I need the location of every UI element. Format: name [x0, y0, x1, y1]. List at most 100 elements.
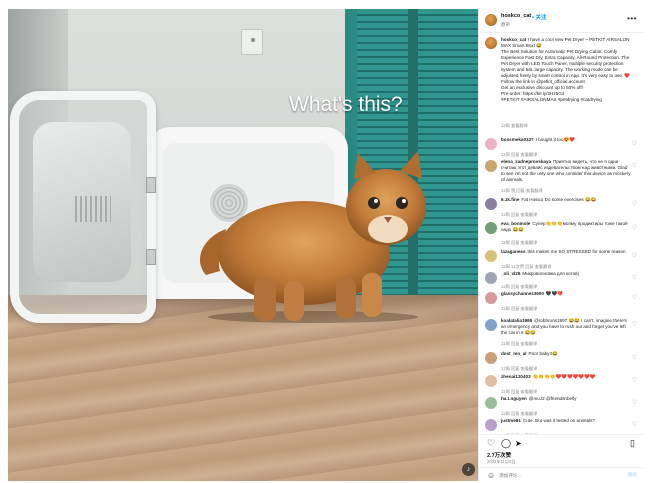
comment-item: eva_bonmole Супер👏👏👏мопму продиктиры тоже…	[485, 221, 641, 247]
comment-item: justme81 Cute. But was it tested on anima…	[485, 418, 641, 434]
heart-icon[interactable]: ♡	[632, 354, 637, 361]
heart-icon[interactable]: ♡	[632, 421, 637, 428]
comment-meta[interactable]: 12周 回复 查看翻译	[501, 341, 537, 347]
heart-icon[interactable]: ♡	[632, 200, 637, 207]
comment-username[interactable]: _oli_xl29	[501, 271, 520, 276]
emoji-icon[interactable]: ☺	[487, 471, 495, 480]
comment-text: this makes me SO STRESSED for some reaso…	[527, 249, 626, 254]
avatar[interactable]	[485, 14, 497, 26]
comment-username[interactable]: 6.1k.fine	[501, 197, 519, 202]
comment-username[interactable]: zhenai120403	[501, 374, 531, 379]
post-date: 2022年11月3日	[487, 459, 516, 464]
avatar[interactable]	[485, 419, 497, 431]
avatar[interactable]	[485, 397, 497, 409]
comment-body: elena_zadneprovskaya Приятно видеть, что …	[501, 159, 631, 183]
scene-wall-switch	[241, 29, 263, 55]
comment-text: 🖤🖤💔	[545, 291, 564, 296]
comment-text: 👏👏👏👏❤️❤️❤️❤️❤️❤️❤️	[532, 374, 596, 379]
heart-icon[interactable]: ♡	[632, 377, 637, 384]
comment-item: ha.t.nguyen @mu.l2 @friendsnbelly 12周 回复 查…	[485, 396, 641, 418]
comment-item: elena_zadneprovskaya Приятно видеть, что …	[485, 159, 641, 195]
comment-body: _oli_xl29 Микроволновка для котов)	[501, 271, 631, 277]
share-icon[interactable]: ➤	[515, 439, 522, 448]
comment-body: glassychannez3600 🖤🖤💔	[501, 291, 631, 297]
comment-meta[interactable]: 12周 赞 回复 查看翻译	[501, 188, 543, 194]
pet-dryer-door	[10, 91, 156, 323]
comment-username[interactable]: elena_zadneprovskaya	[501, 159, 551, 164]
comment-item: bossmeka0327 I bought it too😍❤️ 12周 回复 查看翻…	[485, 137, 641, 159]
cat-image	[199, 151, 426, 321]
comment-input[interactable]	[499, 471, 609, 480]
comment-username[interactable]: justme81	[501, 418, 521, 423]
heart-icon[interactable]: ♡	[487, 438, 495, 449]
avatar[interactable]	[485, 352, 497, 364]
heart-icon[interactable]: ♡	[632, 162, 637, 169]
heart-icon[interactable]: ♡	[632, 252, 637, 259]
avatar[interactable]	[485, 375, 497, 387]
comment-item: 6.1k.fine Fat Hosico Do some exercises 😂😂…	[485, 197, 641, 219]
comment-username[interactable]: koalatalia1995	[501, 318, 532, 323]
comment-body: ha.t.nguyen @mu.l2 @friendsnbelly	[501, 396, 631, 402]
avatar[interactable]	[485, 272, 497, 284]
avatar[interactable]	[485, 292, 497, 304]
comment-username[interactable]: eva_bonmole	[501, 221, 530, 226]
speaker-icon[interactable]: ♪	[462, 463, 475, 476]
comment-meta[interactable]: 12周 回复 查看翻译	[501, 306, 537, 312]
heart-icon[interactable]: ♡	[632, 224, 637, 231]
comment-username[interactable]: bossmeka0327	[501, 137, 534, 142]
heart-icon[interactable]: ♡	[632, 140, 637, 147]
comment-item: dost_mo_al Poor baby!!😂 12周 回复 查看翻译 ♡	[485, 351, 641, 373]
comment-icon[interactable]: ◯	[501, 438, 511, 449]
comment-username[interactable]: glassychannez3600	[501, 291, 544, 296]
comment-username[interactable]: ha.t.nguyen	[501, 396, 527, 401]
comment-meta[interactable]: 12周 回复 查看翻译	[501, 240, 537, 246]
more-options-icon[interactable]: •••	[627, 14, 637, 23]
comment-body: bossmeka0327 I bought it too😍❤️	[501, 137, 631, 143]
comment-meta[interactable]: 12周 回复 查看翻译	[501, 389, 537, 395]
post-side-panel: hoskco_cat • 关注 原声 ••• hoskco_cat I have…	[478, 9, 643, 481]
heart-icon[interactable]: ♡	[632, 294, 637, 301]
post-viewer: What's this? ♪ hoskco_cat • 关注 原声 ••• ho…	[8, 9, 643, 481]
comment-username[interactable]: lazaganess	[501, 249, 526, 254]
door-hinge	[146, 177, 156, 193]
comments-scroll-area[interactable]: hoskco_cat I have a cool new Pet Dryer ~…	[479, 34, 643, 434]
comment-meta[interactable]: 12周 回复 查看翻译	[501, 284, 537, 290]
avatar[interactable]	[485, 222, 497, 234]
comment-text: Fat Hosico Do some exercises 😂😂	[521, 197, 597, 202]
avatar[interactable]	[485, 198, 497, 210]
avatar[interactable]	[485, 138, 497, 150]
comment-item: glassychannez3600 🖤🖤💔 12周 回复 查看翻译 ♡	[485, 291, 641, 313]
comment-text: Микроволновка для котов)	[522, 271, 580, 276]
comment-body: zhenai120403 👏👏👏👏❤️❤️❤️❤️❤️❤️❤️	[501, 374, 631, 380]
comment-meta[interactable]: 12周 回复 查看翻译	[501, 411, 537, 417]
avatar[interactable]	[485, 160, 497, 172]
comment-item: koalatalia1995 @robbruns1997 😂😂 I can't, …	[485, 318, 641, 348]
comment-meta[interactable]: 12周 12次赞 回复 查看翻译	[501, 264, 552, 270]
avatar[interactable]	[485, 37, 497, 49]
like-count[interactable]: 2.7万次赞	[487, 451, 511, 459]
post-author-username[interactable]: hoskco_cat	[501, 13, 531, 19]
heart-icon[interactable]: ♡	[632, 399, 637, 406]
caption-meta: 12周 查看翻译	[501, 123, 528, 128]
audio-label[interactable]: 原声	[501, 22, 510, 28]
comment-meta[interactable]: 12周 回复 查看翻译	[501, 152, 537, 158]
follow-button[interactable]: • 关注	[532, 13, 546, 21]
comment-item: zhenai120403 👏👏👏👏❤️❤️❤️❤️❤️❤️❤️ 12周 回复 查看翻…	[485, 374, 641, 396]
post-comment-button[interactable]: 发布	[628, 472, 637, 478]
heart-icon[interactable]: ♡	[632, 274, 637, 281]
bookmark-icon[interactable]: ▯	[630, 438, 635, 449]
caption-text: I have a cool new Pet Dryer ~ PETKIT AIR…	[501, 37, 631, 102]
comment-meta[interactable]: 12周 回复 查看翻译	[501, 212, 537, 218]
caption-username[interactable]: hoskco_cat	[501, 37, 526, 42]
heart-icon[interactable]: ♡	[632, 321, 637, 328]
avatar[interactable]	[485, 250, 497, 262]
comment-username[interactable]: dost_mo_al	[501, 351, 527, 356]
comment-meta[interactable]: 12周 回复 查看翻译	[501, 366, 537, 372]
post-actions: ♡ ◯ ➤ ▯ 2.7万次赞 2022年11月3日 ☺ 发布	[479, 434, 643, 481]
video-overlay-text: What's this?	[289, 93, 403, 116]
add-comment-bar: ☺ 发布	[479, 467, 643, 482]
post-media[interactable]: What's this? ♪	[8, 9, 478, 481]
avatar[interactable]	[485, 319, 497, 331]
comment-text: @mu.l2 @friendsnbelly	[528, 396, 577, 401]
comment-text: I bought it too😍❤️	[535, 137, 575, 142]
